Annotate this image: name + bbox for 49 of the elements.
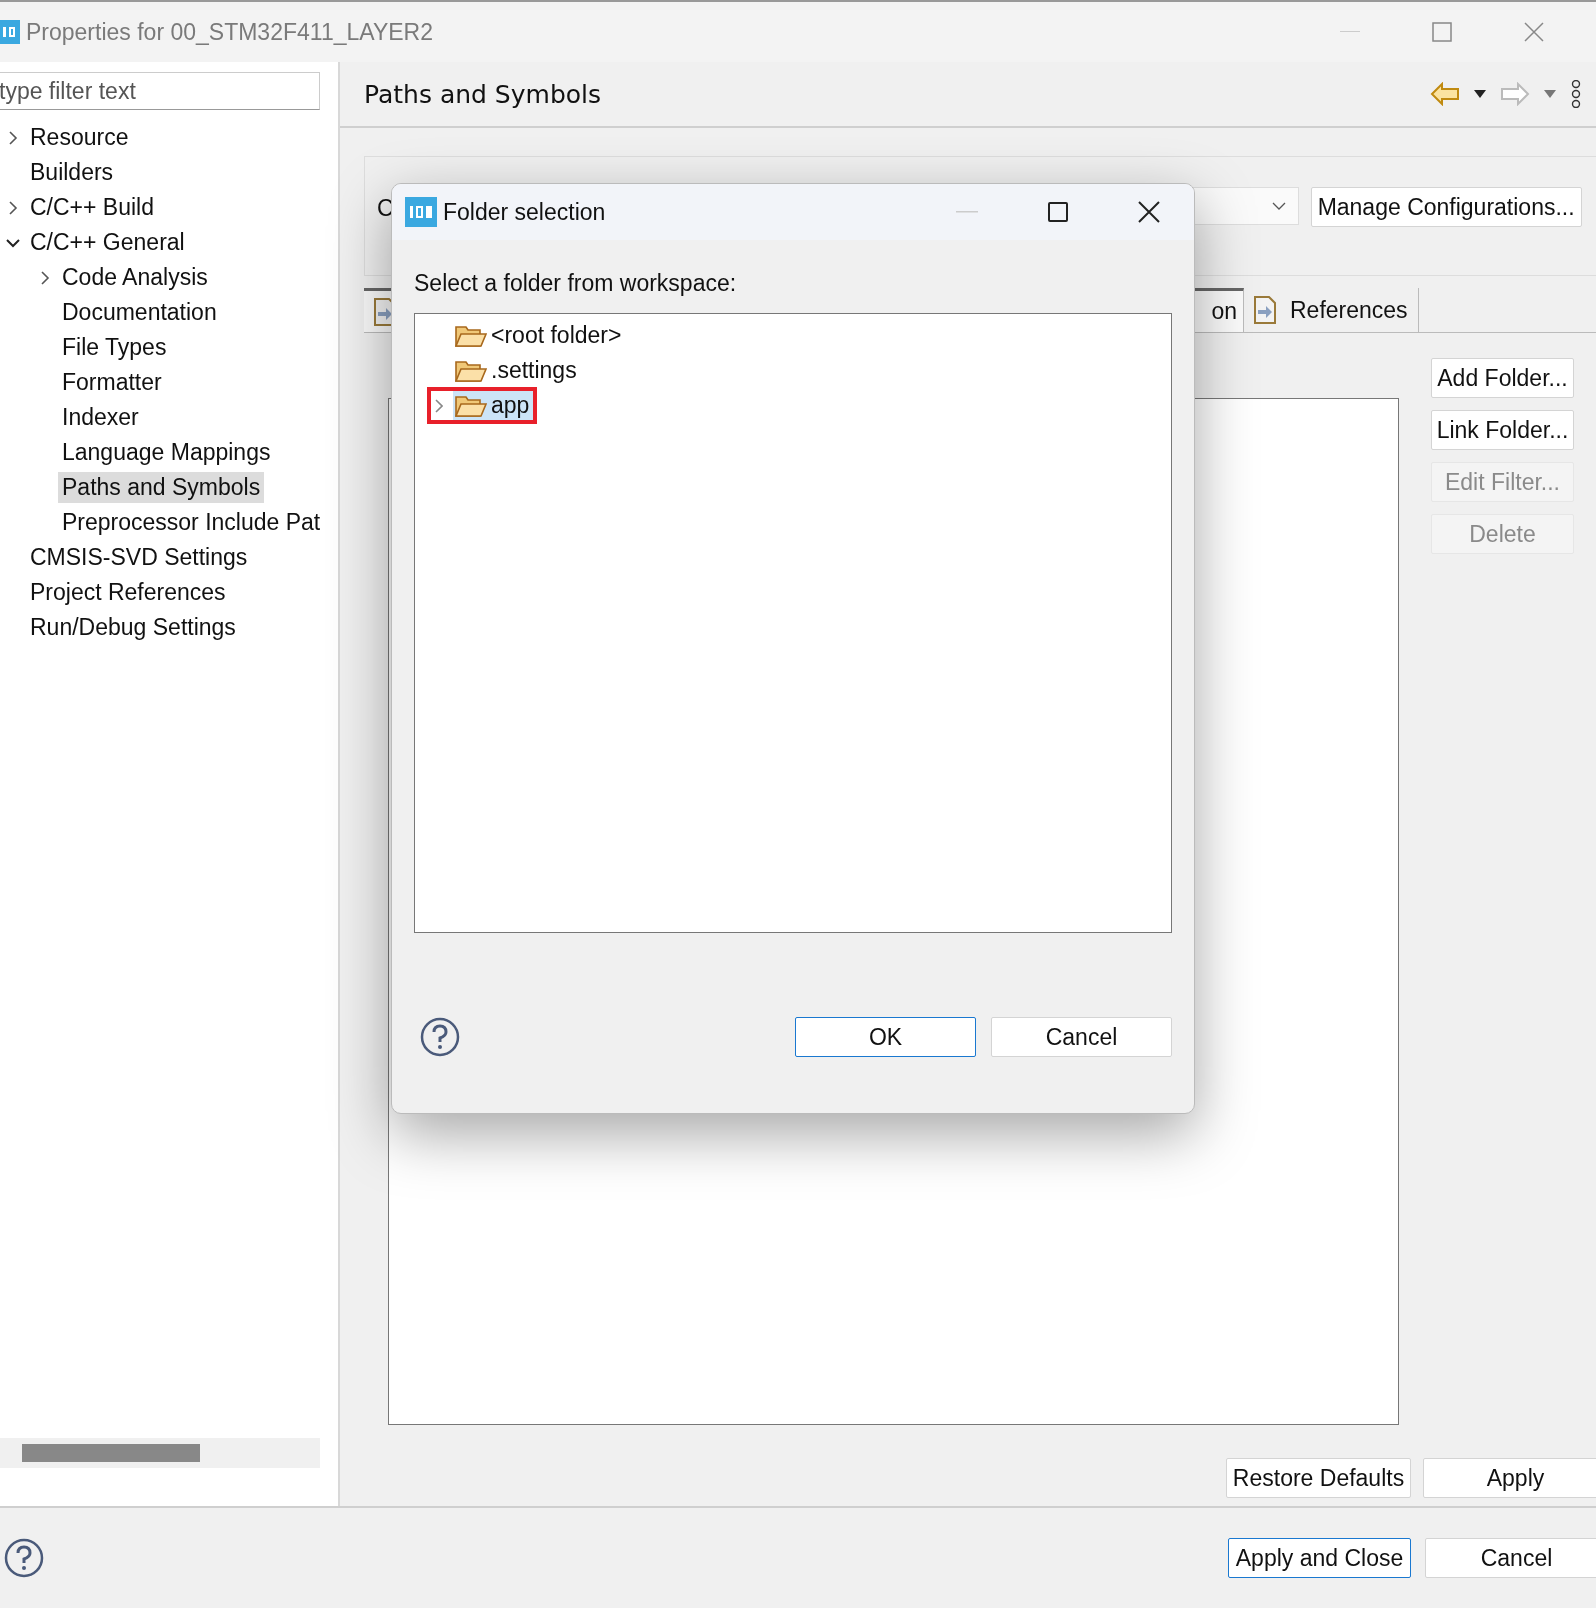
tree-item[interactable]: Project References xyxy=(26,577,230,608)
more-options-icon[interactable] xyxy=(1570,80,1582,108)
tree-item[interactable]: Indexer xyxy=(58,402,143,433)
document-icon xyxy=(1254,296,1276,324)
app-logo-icon xyxy=(405,197,437,227)
dialog-title: Folder selection xyxy=(443,198,606,226)
folder-item[interactable]: .settings xyxy=(453,356,581,385)
tree-item[interactable]: C/C++ Build xyxy=(26,192,158,223)
horizontal-scrollbar[interactable] xyxy=(0,1438,320,1468)
chevron-down-icon xyxy=(1271,202,1286,210)
tab[interactable]: References xyxy=(1244,288,1419,332)
tree-item[interactable]: File Types xyxy=(58,332,171,363)
action-button[interactable]: Add Folder... xyxy=(1431,358,1574,398)
manage-configurations-button[interactable]: Manage Configurations... xyxy=(1310,187,1582,227)
restore-defaults-button[interactable]: Restore Defaults xyxy=(1226,1458,1411,1498)
back-arrow-icon[interactable] xyxy=(1430,82,1460,106)
folder-item[interactable]: app xyxy=(453,391,535,420)
folder-tree[interactable]: <root folder> .settings app xyxy=(414,313,1172,933)
help-icon[interactable] xyxy=(420,1017,460,1057)
dropdown-caret-icon[interactable] xyxy=(1474,90,1486,98)
tree-item[interactable]: Builders xyxy=(26,157,118,188)
tree-item[interactable]: CMSIS-SVD Settings xyxy=(26,542,252,573)
tree-item[interactable]: C/C++ General xyxy=(26,227,189,258)
tree-item[interactable]: Formatter xyxy=(58,367,166,398)
scrollbar-thumb[interactable] xyxy=(22,1444,200,1462)
tree-item[interactable]: Preprocessor Include Pat xyxy=(58,507,325,538)
tree-item[interactable]: Language Mappings xyxy=(58,437,275,468)
tree-item[interactable]: Documentation xyxy=(58,297,221,328)
tree-item[interactable]: Code Analysis xyxy=(58,262,212,293)
folder-icon xyxy=(455,393,487,418)
action-button[interactable]: Link Folder... xyxy=(1431,410,1574,450)
dialog-prompt: Select a folder from workspace: xyxy=(414,270,738,297)
maximize-icon[interactable] xyxy=(1048,202,1068,222)
apply-button[interactable]: Apply xyxy=(1423,1458,1596,1498)
page-title: Paths and Symbols xyxy=(364,79,602,109)
window-title: Properties for 00_STM32F411_LAYER2 xyxy=(26,18,433,46)
filter-field[interactable]: type filter text xyxy=(0,72,320,110)
help-icon[interactable] xyxy=(4,1538,44,1578)
dialog-button[interactable]: Cancel xyxy=(991,1017,1172,1057)
dialog-button[interactable]: Apply and Close xyxy=(1228,1538,1411,1578)
dialog-button[interactable]: Cancel xyxy=(1425,1538,1596,1578)
close-icon[interactable] xyxy=(1138,201,1160,223)
folder-icon xyxy=(455,323,487,348)
tree-item[interactable]: Resource xyxy=(26,122,133,153)
folder-icon xyxy=(455,358,487,383)
tree-item[interactable]: Run/Debug Settings xyxy=(26,612,240,643)
dialog-button[interactable]: OK xyxy=(795,1017,976,1057)
folder-item[interactable]: <root folder> xyxy=(453,321,626,350)
tree-item[interactable]: Paths and Symbols xyxy=(58,472,265,503)
